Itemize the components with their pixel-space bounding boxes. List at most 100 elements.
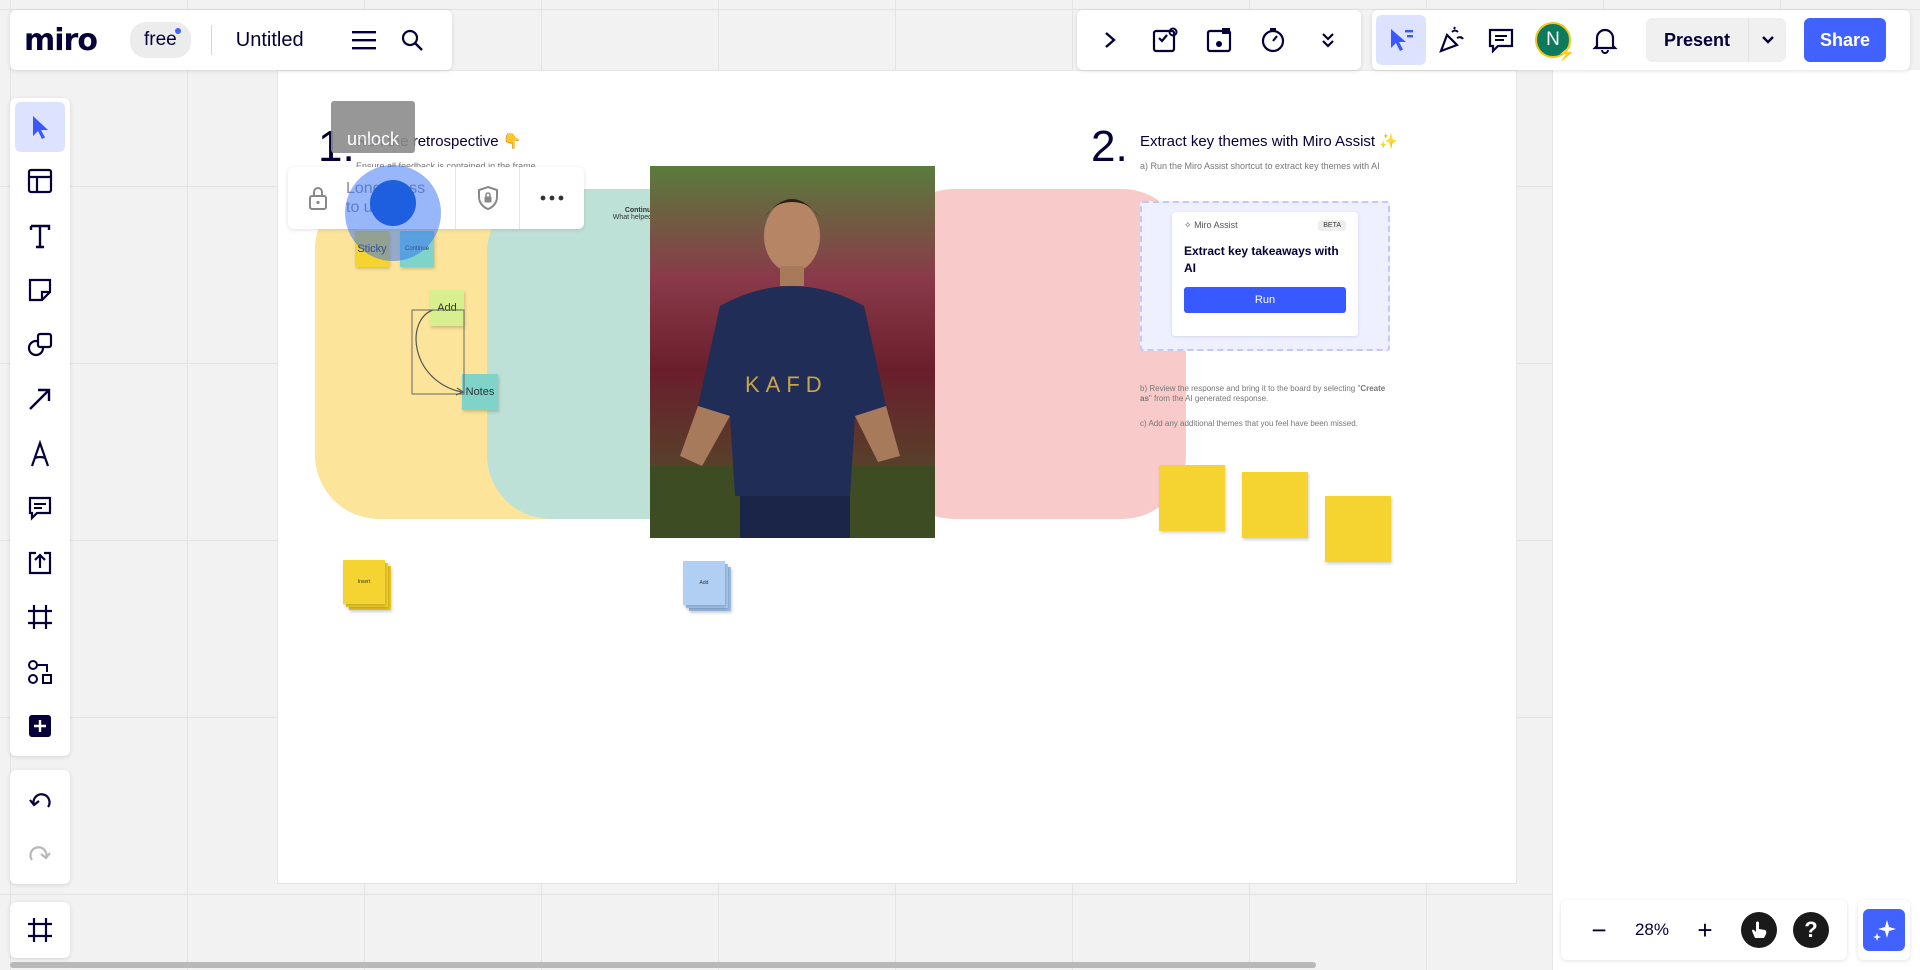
notifications-button[interactable] bbox=[1580, 15, 1630, 65]
ai-assist-button[interactable] bbox=[1863, 909, 1905, 951]
zoom-controls: − 28% + ? bbox=[1561, 900, 1847, 960]
plan-badge[interactable]: free bbox=[130, 22, 191, 58]
expand-toolbar-button[interactable] bbox=[1085, 15, 1135, 65]
zoom-out-button[interactable]: − bbox=[1579, 905, 1619, 955]
present-button[interactable]: Present bbox=[1646, 30, 1748, 51]
board-title[interactable]: Untitled bbox=[236, 29, 338, 52]
text-icon bbox=[28, 223, 52, 249]
plus-square-icon bbox=[28, 714, 52, 738]
sticky-note-tool[interactable] bbox=[15, 266, 65, 316]
main-menu-button[interactable] bbox=[342, 18, 386, 62]
layout-icon bbox=[27, 168, 53, 194]
connection-line-tool[interactable] bbox=[15, 375, 65, 425]
connector-arrow[interactable] bbox=[405, 300, 505, 400]
shapes-tool[interactable] bbox=[15, 320, 65, 370]
creation-toolbar bbox=[10, 98, 70, 756]
horizontal-scrollbar[interactable] bbox=[10, 962, 1316, 968]
frames-panel-button[interactable] bbox=[10, 902, 70, 958]
notification-dot bbox=[174, 28, 181, 34]
more-tools-button[interactable] bbox=[1303, 15, 1353, 65]
bell-icon bbox=[1592, 26, 1618, 54]
upload-tool[interactable] bbox=[15, 538, 65, 588]
comments-button[interactable] bbox=[1476, 15, 1526, 65]
diagramming-tool[interactable] bbox=[15, 647, 65, 697]
diagram-icon bbox=[26, 658, 54, 686]
plus-icon: + bbox=[1697, 914, 1713, 945]
cursor-icon bbox=[1387, 26, 1415, 54]
zoom-in-button[interactable]: + bbox=[1685, 905, 1725, 955]
redo-button[interactable] bbox=[15, 829, 65, 879]
sticky-pack-button[interactable] bbox=[1194, 15, 1244, 65]
sparkle-icon: ✧ bbox=[1184, 220, 1192, 230]
present-options-button[interactable] bbox=[1748, 18, 1786, 62]
text-tool[interactable] bbox=[15, 211, 65, 261]
templates-button[interactable] bbox=[1140, 15, 1190, 65]
hand-tool-button[interactable] bbox=[1740, 912, 1777, 948]
comment-icon bbox=[27, 495, 53, 521]
miro-assist-title: Extract key takeaways with AI bbox=[1184, 244, 1339, 275]
miro-logo[interactable]: miro bbox=[24, 23, 116, 58]
review-instruction: b) Review the response and bring it to t… bbox=[1140, 384, 1386, 404]
comment-tool[interactable] bbox=[15, 484, 65, 534]
reactions-button[interactable] bbox=[1426, 15, 1476, 65]
undo-button[interactable] bbox=[15, 776, 65, 826]
timer-icon bbox=[1259, 26, 1287, 54]
templates-tool[interactable] bbox=[15, 157, 65, 207]
svg-text:KAFD: KAFD bbox=[745, 372, 828, 397]
user-avatar[interactable]: N ⚡ bbox=[1535, 22, 1575, 61]
lock-icon[interactable] bbox=[306, 185, 330, 211]
miro-assist-label: ✧ Miro Assist bbox=[1184, 220, 1238, 230]
shield-lock-icon bbox=[476, 185, 500, 211]
divider bbox=[210, 25, 212, 55]
miro-assist-card[interactable]: ✧ Miro Assist BETA Extract key takeaways… bbox=[1172, 212, 1358, 336]
player-photo[interactable]: KAFD bbox=[650, 166, 935, 538]
search-icon bbox=[400, 28, 424, 52]
card-icon bbox=[1205, 26, 1233, 54]
board-frame-right bbox=[1552, 70, 1920, 970]
chevron-right-icon bbox=[1103, 31, 1117, 49]
select-cursor-button[interactable] bbox=[1376, 15, 1426, 65]
chevron-down-icon bbox=[1761, 35, 1775, 45]
cursor-icon bbox=[28, 114, 52, 140]
ai-assist-panel bbox=[1858, 900, 1910, 960]
sticky-note[interactable] bbox=[1325, 496, 1391, 562]
upload-icon bbox=[27, 550, 53, 576]
help-button[interactable]: ? bbox=[1792, 912, 1829, 948]
board-check-icon bbox=[1151, 26, 1179, 54]
undo-icon bbox=[28, 791, 52, 811]
board-tools-panel bbox=[1077, 10, 1361, 70]
beta-badge: BETA bbox=[1318, 220, 1346, 231]
hamburger-icon bbox=[351, 30, 376, 50]
frame-tool[interactable] bbox=[15, 593, 65, 643]
shapes-icon bbox=[26, 331, 54, 359]
select-tool[interactable] bbox=[15, 102, 65, 152]
sticky-note[interactable] bbox=[1242, 472, 1308, 538]
collaboration-panel: N ⚡ Present Share bbox=[1372, 10, 1910, 70]
search-button[interactable] bbox=[390, 18, 434, 62]
run-button[interactable]: Run bbox=[1184, 286, 1346, 313]
hand-icon bbox=[1749, 920, 1769, 940]
bolt-icon: ⚡ bbox=[1557, 45, 1575, 61]
additional-themes-instruction: c) Add any additional themes that you fe… bbox=[1140, 419, 1358, 428]
zoom-level[interactable]: 28% bbox=[1635, 920, 1669, 940]
chevrons-down-icon bbox=[1319, 31, 1337, 49]
click-indicator-dot bbox=[370, 180, 416, 226]
present-group: Present bbox=[1646, 18, 1787, 62]
sticky-note[interactable] bbox=[1159, 465, 1225, 531]
comment-icon bbox=[1487, 26, 1515, 54]
protect-button[interactable] bbox=[456, 167, 520, 229]
pen-tool[interactable] bbox=[15, 429, 65, 479]
unlock-tooltip: unlock bbox=[331, 101, 415, 153]
share-button[interactable]: Share bbox=[1804, 18, 1887, 62]
party-popper-icon bbox=[1437, 26, 1465, 54]
more-apps-tool[interactable] bbox=[15, 702, 65, 752]
pen-icon bbox=[28, 439, 52, 468]
history-panel bbox=[10, 770, 70, 884]
step2-number: 2. bbox=[1091, 122, 1128, 171]
more-options-button[interactable] bbox=[520, 195, 584, 201]
step2-subtitle: a) Run the Miro Assist shortcut to extra… bbox=[1140, 161, 1380, 171]
minus-icon: − bbox=[1591, 914, 1607, 945]
arrow-icon bbox=[27, 386, 53, 412]
timer-button[interactable] bbox=[1248, 15, 1298, 65]
frame-icon bbox=[27, 604, 53, 630]
